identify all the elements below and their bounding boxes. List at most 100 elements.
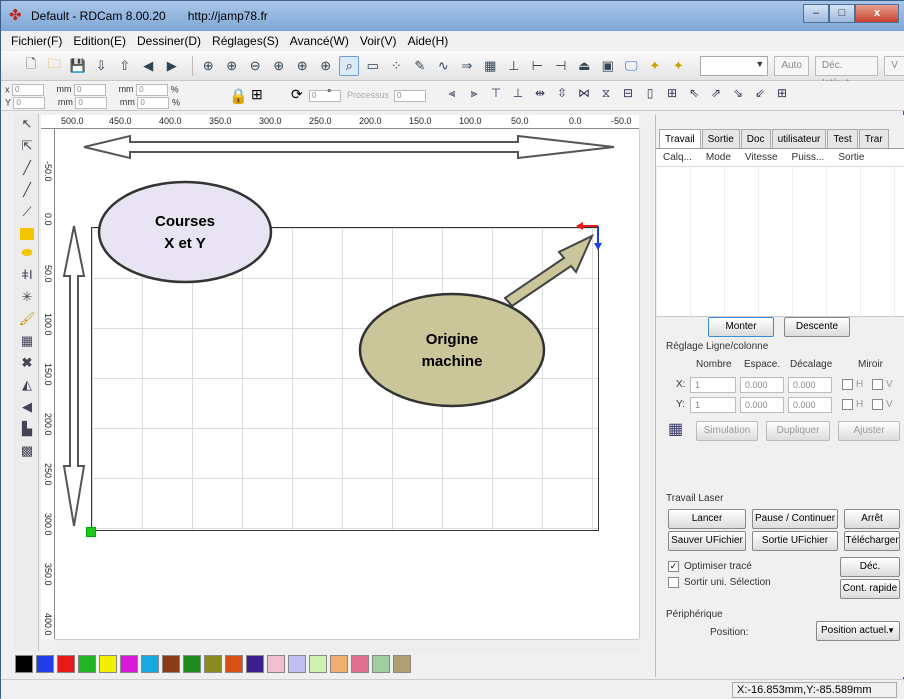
rectangle-draw-icon[interactable]	[20, 228, 34, 240]
menu-fichier[interactable]: Fichier(F)	[11, 34, 62, 48]
lancer-button[interactable]: Lancer	[668, 509, 746, 529]
point-tool-icon[interactable]: ✳	[16, 289, 38, 308]
pen-icon[interactable]: ✎	[410, 56, 430, 76]
ajuster-button[interactable]: Ajuster	[838, 421, 900, 441]
vertical-scrollbar[interactable]	[639, 129, 653, 639]
line-icon[interactable]: ╱	[16, 160, 38, 179]
menu-aide[interactable]: Aide(H)	[408, 34, 449, 48]
node-edit-icon[interactable]: ⁘	[387, 56, 407, 76]
color-swatch[interactable]	[351, 655, 369, 673]
tab-sortie[interactable]: Sortie	[701, 129, 740, 148]
x-position-field[interactable]: 0	[12, 84, 45, 96]
menu-avance[interactable]: Avancé(W)	[290, 34, 349, 48]
zoom-fit-icon[interactable]: ⊕	[269, 56, 289, 76]
telecharger-button[interactable]: Télécharger	[844, 531, 900, 551]
move-tr-icon[interactable]: ⇗	[705, 86, 727, 101]
tab-travail[interactable]: Travail	[659, 129, 701, 148]
laser-head-icon[interactable]: ⏏	[575, 56, 595, 76]
arret-button[interactable]: Arrêt	[844, 509, 900, 529]
zoom-window-icon[interactable]: ⌕	[339, 55, 360, 76]
color-swatch[interactable]	[309, 655, 327, 673]
tab-utilisateur[interactable]: utilisateur	[771, 129, 827, 148]
save-icon[interactable]: 💾	[68, 56, 88, 76]
align-h-icon[interactable]: ⊢	[528, 56, 548, 76]
tree-icon[interactable]: ⊥	[504, 56, 524, 76]
menu-voir[interactable]: Voir(V)	[360, 34, 397, 48]
tab-trar[interactable]: Trar	[858, 129, 889, 148]
bitmap-a-icon[interactable]: ✦	[645, 56, 665, 76]
maximize-button[interactable]: □	[829, 4, 855, 23]
color-swatch[interactable]	[120, 655, 138, 673]
menu-reglages[interactable]: Réglages(S)	[212, 34, 279, 48]
polyline-icon[interactable]: ╱	[16, 182, 38, 201]
monitor-icon[interactable]: 🖵	[622, 56, 642, 76]
color-swatch[interactable]	[204, 655, 222, 673]
zoom-in-icon[interactable]: ⊕	[222, 56, 242, 76]
mirror-h-x-checkbox[interactable]	[842, 379, 853, 390]
minimize-button[interactable]: –	[803, 4, 829, 23]
open-folder-icon[interactable]: 🗀	[45, 56, 65, 76]
delete-tool-icon[interactable]: ✖	[16, 355, 38, 374]
row-count-field[interactable]: 1	[690, 377, 736, 393]
color-swatch[interactable]	[183, 655, 201, 673]
dec-int-ext-button[interactable]: Déc. Int/ext	[814, 55, 879, 89]
mirror-h-y-checkbox[interactable]	[842, 399, 853, 410]
array-tool-icon[interactable]: ▦	[16, 333, 38, 352]
new-file-icon[interactable]: 🗋	[21, 56, 41, 76]
zoom-out-icon[interactable]: ⊖	[245, 56, 265, 76]
move-br-icon[interactable]: ⇘	[727, 86, 749, 101]
optimiser-checkbox[interactable]: ✓	[668, 561, 679, 572]
mirror-v-x-checkbox[interactable]	[872, 379, 883, 390]
same-width-icon[interactable]: ⊟	[617, 86, 639, 101]
align-left-icon[interactable]: ⫷	[441, 86, 463, 101]
grid-icon[interactable]: ▦	[481, 56, 501, 76]
mirror-v-y-checkbox[interactable]	[872, 399, 883, 410]
move-bl-icon[interactable]: ⇙	[749, 86, 771, 101]
move-center-icon[interactable]: ⊞	[771, 86, 793, 101]
color-swatch[interactable]	[393, 655, 411, 673]
width-field[interactable]: 0	[74, 84, 107, 96]
space-h-icon[interactable]: ⋈	[573, 86, 595, 101]
bitmap-b-icon[interactable]: ✦	[669, 56, 689, 76]
align-edge-icon[interactable]: ▙	[16, 421, 38, 440]
simulation-button[interactable]: Simulation	[696, 421, 758, 441]
mirror-h-icon[interactable]: ◭	[16, 377, 38, 396]
rotate-icon[interactable]: ⟳	[291, 86, 303, 103]
node-select-icon[interactable]: ⇱	[16, 138, 38, 157]
paint-tool-icon[interactable]: 🖌	[16, 311, 38, 330]
layer-table[interactable]	[656, 167, 904, 317]
color-swatch[interactable]	[246, 655, 264, 673]
arrow-right-icon[interactable]: ⇒	[457, 56, 477, 76]
lock-icon[interactable]: 🔒	[229, 87, 248, 105]
menu-dessiner[interactable]: Dessiner(D)	[137, 34, 201, 48]
select-arrow-icon[interactable]: ↖	[16, 116, 38, 135]
row-offset-field[interactable]: 0.000	[788, 377, 832, 393]
row-space-field[interactable]: 0.000	[740, 377, 784, 393]
close-button[interactable]: x	[855, 4, 899, 23]
curve-icon[interactable]: ∿	[434, 56, 454, 76]
color-swatch[interactable]	[15, 655, 33, 673]
pause-button[interactable]: Pause / Continuer	[752, 509, 838, 529]
color-swatch[interactable]	[36, 655, 54, 673]
color-swatch[interactable]	[288, 655, 306, 673]
zoom-icon[interactable]: ⊕	[198, 56, 218, 76]
scale-y-field[interactable]: 0	[137, 97, 170, 109]
auto-button[interactable]: Auto	[774, 55, 809, 76]
height-field[interactable]: 0	[75, 97, 108, 109]
dupliquer-button[interactable]: Dupliquer	[766, 421, 830, 441]
array-grid-icon[interactable]: ▦	[668, 419, 683, 439]
tab-doc[interactable]: Doc	[740, 129, 771, 148]
align-right-icon[interactable]: ⫸	[463, 86, 485, 101]
center-h-icon[interactable]: ⇹	[529, 86, 551, 101]
same-size-icon[interactable]: ⊞	[661, 86, 683, 101]
scale-x-field[interactable]: 0	[136, 84, 169, 96]
rectangle-icon[interactable]: ▭	[363, 56, 383, 76]
mirror-v-icon[interactable]: ◀	[16, 399, 38, 418]
layer-combo[interactable]: ▼	[700, 55, 769, 76]
color-swatch[interactable]	[78, 655, 96, 673]
color-swatch[interactable]	[162, 655, 180, 673]
horizontal-scrollbar[interactable]	[55, 639, 639, 653]
monter-button[interactable]: Monter	[708, 317, 774, 337]
sortir-selection-checkbox[interactable]	[668, 577, 679, 588]
tab-test[interactable]: Test	[827, 129, 858, 148]
